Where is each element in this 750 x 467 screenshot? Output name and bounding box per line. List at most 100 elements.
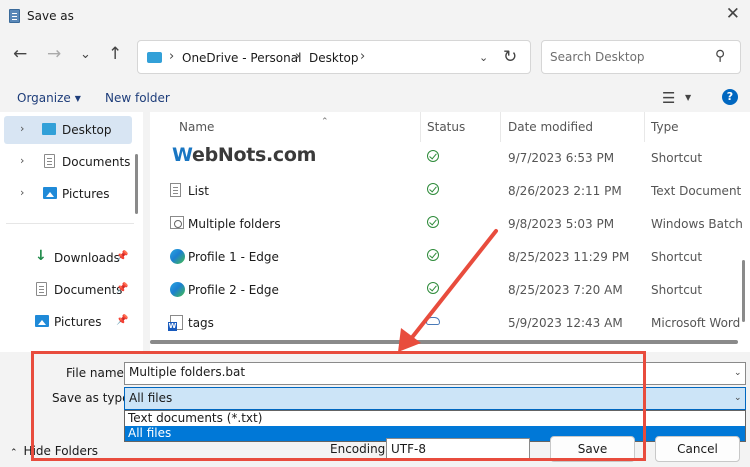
sidebar-item-label: Desktop: [62, 123, 112, 137]
column-header-date-modified[interactable]: Date modified: [508, 120, 593, 134]
column-label: Name: [179, 120, 215, 134]
file-date: 9/8/2023 5:03 PM: [508, 217, 615, 231]
sidebar-item-label: Pictures: [54, 315, 102, 329]
file-type: Text Document: [651, 184, 742, 198]
file-date: 8/25/2023 11:29 PM: [508, 250, 630, 264]
pin-icon: 📌: [116, 283, 129, 294]
documents-icon: [44, 154, 55, 168]
address-bar[interactable]: › OneDrive - Personal › Desktop › ⌄ ↻: [137, 40, 531, 74]
sidebar-item-label: Documents: [62, 155, 131, 169]
view-options-icon[interactable]: ☰: [662, 89, 675, 107]
back-arrow-icon[interactable]: ←: [13, 46, 27, 63]
sidebar-item-downloads-pinned[interactable]: ↓ Downloads 📌: [0, 244, 133, 272]
text-document-icon: [170, 183, 181, 197]
sidebar-item-documents-pinned[interactable]: Documents 📌: [0, 276, 133, 304]
notepad-icon: [9, 9, 20, 23]
column-header-type[interactable]: Type: [651, 120, 679, 134]
chevron-right-icon[interactable]: ›: [20, 122, 24, 135]
new-folder-button[interactable]: New folder: [105, 91, 170, 105]
recent-locations-chevron-icon[interactable]: ⌄: [80, 48, 91, 61]
file-type: Shortcut: [651, 250, 703, 264]
chevron-right-icon[interactable]: ›: [295, 49, 300, 64]
column-header-status[interactable]: Status: [427, 120, 465, 134]
synced-status-icon: [427, 150, 439, 162]
search-input[interactable]: [541, 40, 741, 74]
synced-status-icon: [427, 216, 439, 228]
file-name: tags: [188, 316, 214, 330]
cancel-button[interactable]: Cancel: [655, 436, 740, 462]
batch-file-icon: [170, 216, 184, 229]
search-icon[interactable]: ⚲: [715, 48, 725, 64]
file-row[interactable]: tags 5/9/2023 12:43 AM Microsoft Word: [150, 307, 750, 340]
organize-button[interactable]: Organize ▼: [17, 91, 81, 105]
file-row[interactable]: Profile 2 - Edge 8/25/2023 7:20 AM Short…: [150, 274, 750, 307]
title-bar: Save as ✕: [0, 0, 750, 34]
caret-down-icon[interactable]: ▼: [685, 93, 691, 102]
sidebar-item-label: Documents: [54, 283, 123, 297]
sidebar-item-label: Downloads: [54, 251, 120, 265]
caret-down-icon: ▼: [74, 94, 81, 103]
synced-status-icon: [427, 282, 439, 294]
sidebar-item-desktop[interactable]: › Desktop: [4, 116, 132, 144]
chevron-right-icon[interactable]: ›: [20, 186, 24, 199]
chevron-down-icon[interactable]: ⌄: [734, 368, 742, 378]
file-row[interactable]: WebNots.com 9/7/2023 6:53 PM Shortcut: [150, 142, 750, 175]
vertical-scrollbar[interactable]: [742, 260, 745, 322]
command-toolbar: Organize ▼ New folder ☰ ▼ ?: [0, 84, 750, 112]
chevron-right-icon[interactable]: ›: [20, 154, 24, 167]
synced-status-icon: [427, 183, 439, 195]
help-icon[interactable]: ?: [722, 89, 738, 105]
downloads-icon: ↓: [35, 248, 47, 264]
column-divider[interactable]: [500, 112, 501, 142]
file-name: Profile 1 - Edge: [188, 250, 279, 264]
file-date: 9/7/2023 6:53 PM: [508, 151, 615, 165]
webnots-watermark: WebNots.com: [172, 144, 317, 166]
file-row[interactable]: Profile 1 - Edge 8/25/2023 11:29 PM Shor…: [150, 241, 750, 274]
organize-label: Organize: [17, 91, 71, 105]
nav-scrollbar[interactable]: [135, 154, 138, 214]
sidebar-item-documents[interactable]: › Documents: [0, 148, 133, 176]
file-name: List: [188, 184, 209, 198]
cloud-status-icon: [426, 317, 440, 325]
breadcrumb-onedrive[interactable]: OneDrive - Personal: [182, 51, 301, 65]
file-date: 8/25/2023 7:20 AM: [508, 283, 623, 297]
sort-ascending-icon: ⌃: [321, 117, 329, 127]
refresh-icon[interactable]: ↻: [503, 47, 517, 67]
chevron-down-icon[interactable]: ⌄: [479, 51, 488, 64]
pin-icon: 📌: [116, 315, 129, 326]
navigation-bar: ← → ⌄ ↑ › OneDrive - Personal › Desktop …: [0, 38, 750, 76]
file-name: Profile 2 - Edge: [188, 283, 279, 297]
file-date: 8/26/2023 2:11 PM: [508, 184, 622, 198]
column-divider[interactable]: [644, 112, 645, 142]
file-date: 5/9/2023 12:43 AM: [508, 316, 623, 330]
chevron-up-icon: ⌃: [10, 448, 18, 458]
window-title: Save as: [27, 9, 74, 23]
pictures-icon: [43, 187, 57, 199]
pin-icon: 📌: [116, 251, 129, 262]
sidebar-item-label: Pictures: [62, 187, 110, 201]
chevron-down-icon[interactable]: ⌄: [734, 393, 742, 403]
sidebar-item-pictures-pinned[interactable]: Pictures 📌: [0, 308, 133, 336]
edge-icon: [170, 282, 185, 297]
chevron-right-icon[interactable]: ›: [360, 49, 365, 64]
documents-icon: [36, 282, 47, 296]
file-type: Shortcut: [651, 283, 703, 297]
column-divider[interactable]: [420, 112, 421, 142]
breadcrumb-desktop[interactable]: Desktop: [309, 51, 359, 65]
edge-icon: [170, 249, 185, 264]
horizontal-scrollbar[interactable]: [150, 340, 738, 344]
up-arrow-icon[interactable]: ↑: [108, 46, 122, 63]
file-type: Shortcut: [651, 151, 703, 165]
file-row[interactable]: List 8/26/2023 2:11 PM Text Document: [150, 175, 750, 208]
column-header-name[interactable]: Name ⌃: [179, 117, 329, 134]
forward-arrow-icon[interactable]: →: [47, 46, 61, 63]
file-name: Multiple folders: [188, 217, 281, 231]
sidebar-item-pictures[interactable]: › Pictures: [0, 180, 133, 208]
close-icon[interactable]: ✕: [726, 6, 740, 23]
file-type: Windows Batch: [651, 217, 743, 231]
desktop-icon: [42, 123, 56, 135]
chevron-right-icon[interactable]: ›: [169, 49, 174, 64]
nav-divider: [6, 223, 134, 224]
file-row[interactable]: Multiple folders 9/8/2023 5:03 PM Window…: [150, 208, 750, 241]
pictures-icon: [35, 315, 49, 327]
